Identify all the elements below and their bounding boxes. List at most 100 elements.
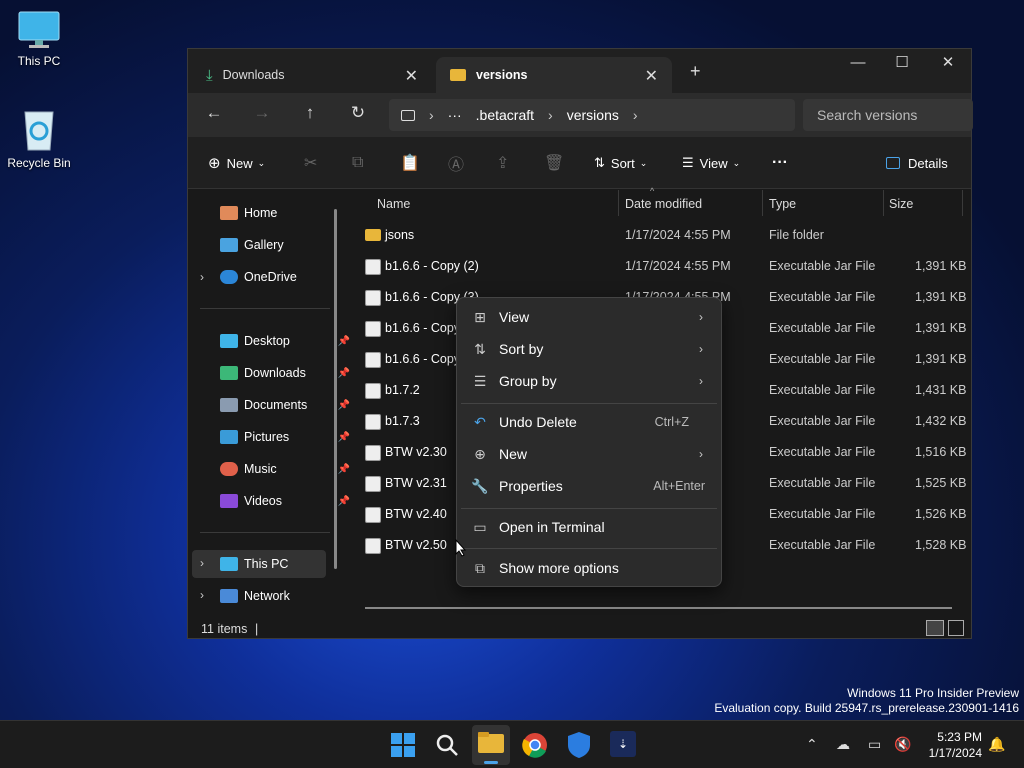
column-divider[interactable] <box>618 190 619 216</box>
sidebar-item-documents[interactable]: Documents 📌 <box>220 392 350 418</box>
menu-item-view[interactable]: ⊞ View › <box>457 302 721 332</box>
menu-item-label: Properties <box>499 478 563 494</box>
new-icon: ⊕ <box>474 445 486 462</box>
close-window-button[interactable]: ✕ <box>928 53 968 81</box>
tiles-view-icon[interactable] <box>948 620 964 636</box>
sidebar-item-onedrive[interactable]: OneDrive <box>220 264 350 290</box>
sidebar-item-this-pc[interactable]: This PC <box>220 551 350 577</box>
share-icon[interactable]: ⇪ <box>496 151 509 175</box>
clock[interactable]: 5:23 PM 1/17/2024 <box>918 729 982 761</box>
sidebar-item-downloads[interactable]: Downloads 📌 <box>220 360 350 386</box>
chevron-up-icon[interactable]: ⌃ <box>806 736 818 753</box>
maximize-button[interactable]: ☐ <box>882 53 922 81</box>
start-button[interactable] <box>387 729 419 761</box>
file-type: File folder <box>769 228 824 242</box>
sidebar-item-label: This PC <box>244 557 289 571</box>
sidebar-item-videos[interactable]: Videos 📌 <box>220 488 350 514</box>
file-name: b1.7.2 <box>385 383 420 397</box>
file-explorer-taskbar-button[interactable] <box>472 725 510 765</box>
up-button[interactable]: ↑ <box>296 103 324 127</box>
details-view-icon[interactable] <box>926 620 944 636</box>
jar-file-icon <box>365 259 381 275</box>
network-icon[interactable]: ▭ <box>868 736 881 753</box>
sidebar-item-label: Videos <box>244 494 282 508</box>
menu-separator <box>461 548 717 549</box>
breadcrumb-versions[interactable]: versions <box>567 107 619 123</box>
new-button[interactable]: ⊕ New ⌄ <box>208 151 265 175</box>
clock-time: 5:23 PM <box>937 730 982 744</box>
menu-item-show-more-options[interactable]: ⧉ Show more options <box>457 553 721 583</box>
active-indicator <box>484 761 498 764</box>
back-button[interactable]: ← <box>200 103 228 127</box>
menu-item-open-in-terminal[interactable]: ▭ Open in Terminal <box>457 512 721 542</box>
chevron-down-icon: ⌄ <box>639 157 648 168</box>
menu-item-sort-by[interactable]: ⇅ Sort by › <box>457 334 721 364</box>
sidebar-item-music[interactable]: Music 📌 <box>220 456 350 482</box>
terminal-icon: ▭ <box>473 518 487 535</box>
onedrive-offline-icon[interactable]: ☁ <box>836 736 850 753</box>
context-menu: ⊞ View › ⇅ Sort by › ☰ Group by › ↶ Undo… <box>456 297 722 587</box>
paste-icon[interactable]: 📋 <box>400 151 420 175</box>
details-button[interactable]: Details <box>886 151 948 175</box>
chrome-icon[interactable] <box>519 729 551 761</box>
column-header-date[interactable]: Date modified <box>625 197 702 211</box>
breadcrumb-more[interactable]: ··· <box>448 107 462 123</box>
minimize-button[interactable]: — <box>838 53 878 81</box>
view-button[interactable]: ☰ View ⌄ <box>682 151 740 175</box>
file-size: 1,391 KB <box>915 290 967 304</box>
menu-item-undo-delete[interactable]: ↶ Undo Delete Ctrl+Z <box>457 407 721 437</box>
address-bar[interactable]: › ··· .betacraft › versions › <box>389 99 795 131</box>
chevron-down-icon: ⌄ <box>257 157 266 168</box>
search-input[interactable]: Search versions <box>803 99 973 131</box>
sidebar-item-gallery[interactable]: Gallery <box>220 232 350 258</box>
sort-button[interactable]: ⇅ Sort ⌄ <box>594 151 647 175</box>
copy-icon[interactable]: ⧉ <box>352 151 363 175</box>
sidebar-item-label: OneDrive <box>244 270 297 284</box>
column-header-name[interactable]: Name <box>377 197 410 211</box>
close-tab-icon[interactable]: ✕ <box>405 66 418 86</box>
file-type: Executable Jar File <box>769 507 876 521</box>
sidebar-item-home[interactable]: Home <box>220 200 350 226</box>
delete-icon[interactable]: 🗑 <box>544 151 564 175</box>
undo-icon: ↶ <box>474 413 486 430</box>
new-tab-button[interactable]: + <box>690 61 701 82</box>
sidebar-item-label: Gallery <box>244 238 284 252</box>
chevron-right-icon[interactable]: › <box>200 270 204 284</box>
downloader-app-icon[interactable]: ⇣ <box>610 731 636 757</box>
rename-icon[interactable]: Ⓐ <box>448 151 464 175</box>
folder-icon <box>450 69 466 81</box>
breadcrumb-betacraft[interactable]: .betacraft <box>476 107 534 123</box>
sidebar-item-desktop[interactable]: Desktop 📌 <box>220 328 350 354</box>
column-divider[interactable] <box>762 190 763 216</box>
more-options-button[interactable]: ··· <box>772 151 788 175</box>
column-header-size[interactable]: Size <box>889 197 913 211</box>
desktop-icon-recycle-bin[interactable]: Recycle Bin <box>4 106 74 170</box>
chevron-right-icon[interactable]: › <box>200 556 204 570</box>
menu-item-group-by[interactable]: ☰ Group by › <box>457 366 721 396</box>
cut-icon[interactable]: ✂ <box>304 151 317 175</box>
column-divider[interactable] <box>883 190 884 216</box>
forward-button[interactable]: → <box>248 103 276 127</box>
search-icon[interactable] <box>431 729 463 761</box>
chevron-right-icon[interactable]: › <box>200 588 204 602</box>
horizontal-scrollbar[interactable] <box>365 607 952 609</box>
file-row[interactable]: b1.6.6 - Copy (2) 1/17/2024 4:55 PM Execut… <box>348 251 968 282</box>
sidebar-item-network[interactable]: Network <box>220 583 350 609</box>
sidebar-item-pictures[interactable]: Pictures 📌 <box>220 424 350 450</box>
tab-versions[interactable]: versions ✕ <box>436 57 672 93</box>
pictures-icon <box>220 430 238 444</box>
close-tab-icon[interactable]: ✕ <box>645 66 658 86</box>
column-divider[interactable] <box>962 190 963 216</box>
notification-bell-icon[interactable]: 🔔 <box>988 736 1005 753</box>
sidebar-scrollbar[interactable] <box>334 209 337 569</box>
menu-item-properties[interactable]: 🔧 Properties Alt+Enter <box>457 471 721 501</box>
desktop-icon-this-pc[interactable]: This PC <box>4 10 74 68</box>
file-row[interactable]: jsons 1/17/2024 4:55 PM File folder <box>348 220 968 251</box>
tab-downloads[interactable]: ⤓ Downloads ✕ <box>192 57 432 93</box>
tab-label: versions <box>476 68 528 82</box>
column-header-type[interactable]: Type <box>769 197 796 211</box>
menu-item-new[interactable]: ⊕ New › <box>457 439 721 469</box>
volume-muted-icon[interactable]: 🔇 <box>894 736 911 753</box>
refresh-button[interactable]: ↻ <box>344 103 372 127</box>
defender-shield-icon[interactable] <box>563 729 595 761</box>
